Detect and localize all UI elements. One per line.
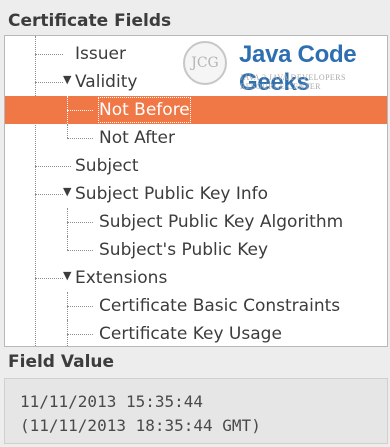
certificate-fields-heading: Certificate Fields xyxy=(8,11,172,31)
expand-arrow-icon[interactable]: ▼ xyxy=(63,264,71,288)
java-code-geeks-logo: JCG Java Code Geeks JAVA 2 JAVA DEVELOPE… xyxy=(183,37,387,103)
tree-connector xyxy=(35,54,63,55)
field-value-textarea[interactable]: 11/11/2013 15:35:44 (11/11/2013 18:35:44… xyxy=(4,378,388,444)
tree-item-certificate-key-usage[interactable]: Certificate Key Usage xyxy=(5,320,387,346)
tree-item-certificate-basic-constraints[interactable]: Certificate Basic Constraints xyxy=(5,292,387,320)
tree-connector xyxy=(35,82,63,83)
field-value-heading: Field Value xyxy=(8,352,115,372)
tree-item-label: Extensions xyxy=(75,268,168,288)
tree-item-label: Subject Public Key Algorithm xyxy=(99,212,344,232)
field-value-line: (11/11/2013 18:35:44 GMT) xyxy=(20,416,261,435)
tree-item-subject-public-key-info[interactable]: ▼ Subject Public Key Info xyxy=(5,180,387,208)
tree-connector xyxy=(35,166,71,167)
tree-item-label: Not After xyxy=(99,128,176,148)
tree-item-label: Certificate Key Usage xyxy=(99,324,282,344)
tree-item-not-after[interactable]: Not After xyxy=(5,124,387,152)
tree-connector xyxy=(67,222,93,223)
tree-connector xyxy=(67,306,93,307)
tree-item-label: Subject Public Key Info xyxy=(75,184,269,204)
tree-item-extensions[interactable]: ▼ Extensions xyxy=(5,264,387,292)
tree-connector xyxy=(35,194,63,195)
expand-arrow-icon[interactable]: ▼ xyxy=(63,68,71,92)
tree-item-label: Certificate Basic Constraints xyxy=(99,296,341,316)
tree-item-subjects-public-key[interactable]: Subject's Public Key xyxy=(5,236,387,264)
tree-connector xyxy=(67,250,93,251)
tree-connector xyxy=(67,236,68,250)
tree-connector xyxy=(35,278,63,279)
logo-subtitle: JAVA 2 JAVA DEVELOPERS RESOURCE CENTER xyxy=(240,73,346,91)
field-value-line: 11/11/2013 15:35:44 xyxy=(20,392,204,411)
tree-connector xyxy=(67,124,68,138)
jcg-badge-icon: JCG xyxy=(183,41,227,85)
expand-arrow-icon[interactable]: ▼ xyxy=(63,180,71,204)
certificate-fields-tree[interactable]: Issuer ▼ Validity Not Before Not After S… xyxy=(4,35,388,347)
tree-item-label: Validity xyxy=(75,72,138,92)
tree-item-label: Subject xyxy=(75,156,139,176)
tree-item-label: Not Before xyxy=(97,96,192,124)
tree-item-subject-public-key-algorithm[interactable]: Subject Public Key Algorithm xyxy=(5,208,387,236)
tree-item-label: Issuer xyxy=(75,44,126,64)
tree-item-label: Subject's Public Key xyxy=(99,240,269,260)
tree-item-subject[interactable]: Subject xyxy=(5,152,387,180)
tree-connector xyxy=(67,138,93,139)
tree-connector xyxy=(67,110,93,111)
tree-connector xyxy=(67,334,93,335)
